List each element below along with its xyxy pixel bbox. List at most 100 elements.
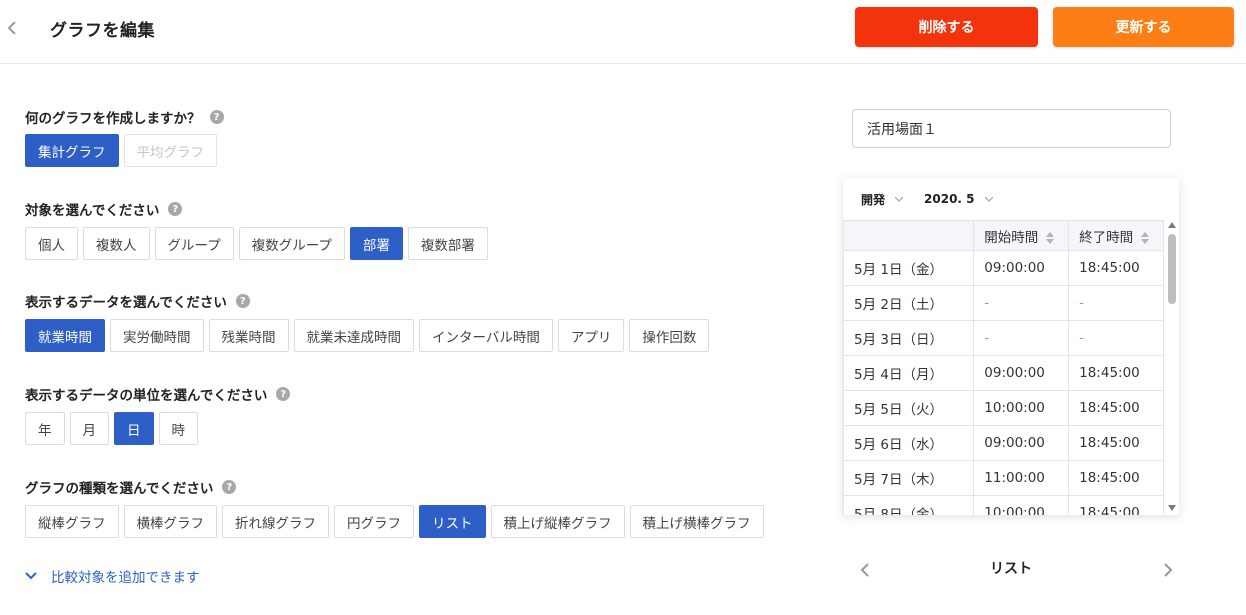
carousel-prev-button[interactable]	[855, 558, 875, 582]
option-interval-hours[interactable]: インターバル時間	[419, 319, 553, 352]
add-compare-link[interactable]: 比較対象を追加できます	[25, 566, 200, 586]
table-cell: -	[973, 285, 1070, 321]
option-group[interactable]: グループ	[154, 227, 234, 260]
scroll-down-arrow-icon[interactable]	[1168, 505, 1176, 511]
section-label-graph-purpose: 何のグラフを作成しますか？ ?	[25, 107, 224, 127]
option-horizontal-bar[interactable]: 横棒グラフ	[123, 505, 217, 538]
back-button[interactable]	[2, 14, 22, 42]
table-scrollbar[interactable]	[1166, 220, 1179, 515]
chevron-left-icon	[7, 21, 16, 35]
option-stacked-horizontal-bar[interactable]: 積上げ横棒グラフ	[629, 505, 764, 538]
table-row: 5月 3日（日） - -	[843, 320, 1164, 356]
table-row: 5月 7日（木） 11:00:00 18:45:00	[843, 460, 1164, 496]
preview-table-wrap: 開始時間 終了時間 5月 1日（金） 09:00:00 18:45:00 5月 2日（…	[843, 220, 1164, 515]
table-cell: 5月 1日（金）	[843, 250, 975, 286]
option-list[interactable]: リスト	[419, 505, 486, 538]
preview-card: 開発 2020. 5 開始時間 終了時間 5月 1日（金） 09:00:00 18:…	[843, 178, 1179, 515]
scroll-up-arrow-icon[interactable]	[1168, 222, 1176, 228]
table-cell: 18:45:00	[1068, 390, 1164, 426]
option-average-graph[interactable]: 平均グラフ	[123, 134, 217, 167]
option-unachieved-hours[interactable]: 就業未達成時間	[293, 319, 414, 352]
month-select[interactable]: 2020. 5	[924, 192, 993, 206]
graph-type-options: 縦棒グラフ 横棒グラフ 折れ線グラフ 円グラフ リスト 積上げ縦棒グラフ 積上げ…	[25, 505, 769, 538]
preview-table: 開始時間 終了時間 5月 1日（金） 09:00:00 18:45:00 5月 2日（…	[843, 220, 1164, 515]
table-cell: 10:00:00	[973, 390, 1070, 426]
table-row: 5月 5日（火） 10:00:00 18:45:00	[843, 390, 1164, 426]
page-title: グラフを編集	[50, 21, 155, 41]
chevron-down-icon	[25, 572, 37, 580]
help-icon[interactable]: ?	[235, 294, 250, 308]
table-cell: 10:00:00	[973, 495, 1070, 515]
option-individual[interactable]: 個人	[25, 227, 78, 260]
department-select[interactable]: 開発	[861, 191, 904, 208]
graph-name-input[interactable]	[852, 109, 1171, 148]
chevron-left-icon	[860, 563, 869, 577]
column-header-end[interactable]: 終了時間	[1068, 220, 1164, 251]
option-month[interactable]: 月	[69, 412, 109, 445]
help-icon[interactable]: ?	[276, 387, 291, 401]
section-label-target: 対象を選んでください ?	[25, 199, 183, 219]
column-header-label: 終了時間	[1079, 229, 1134, 246]
column-header-start[interactable]: 開始時間	[973, 220, 1070, 251]
section-label-text: グラフの種類を選んでください	[25, 481, 214, 497]
option-multiple-departments[interactable]: 複数部署	[407, 227, 488, 260]
option-multiple-people[interactable]: 複数人	[83, 227, 150, 260]
option-vertical-bar[interactable]: 縦棒グラフ	[25, 505, 119, 538]
update-button[interactable]: 更新する	[1053, 7, 1234, 47]
month-select-value: 2020. 5	[924, 192, 975, 206]
option-pie[interactable]: 円グラフ	[334, 505, 414, 538]
section-label-text: 表示するデータの単位を選んでください	[25, 388, 268, 404]
data-options: 就業時間 実労働時間 残業時間 就業未達成時間 インターバル時間 アプリ 操作回…	[25, 319, 714, 352]
option-hour[interactable]: 時	[158, 412, 198, 445]
chevron-down-icon	[894, 196, 904, 202]
table-row: 5月 1日（金） 09:00:00 18:45:00	[843, 250, 1164, 286]
section-label-graph-type: グラフの種類を選んでください ?	[25, 477, 237, 497]
help-icon[interactable]: ?	[222, 480, 237, 494]
section-label-text: 対象を選んでください	[25, 203, 160, 219]
table-cell: -	[1068, 285, 1164, 321]
option-actual-working-hours[interactable]: 実労働時間	[110, 319, 204, 352]
option-year[interactable]: 年	[25, 412, 65, 445]
option-multiple-groups[interactable]: 複数グループ	[238, 227, 345, 260]
table-cell: 18:45:00	[1068, 495, 1164, 515]
table-cell: 5月 5日（火）	[843, 390, 975, 426]
table-cell: 11:00:00	[973, 460, 1070, 496]
option-aggregate-graph[interactable]: 集計グラフ	[25, 134, 119, 167]
table-cell: 5月 4日（月）	[843, 355, 975, 391]
scroll-thumb[interactable]	[1168, 234, 1176, 304]
section-label-text: 表示するデータを選んでください	[25, 295, 227, 311]
option-line[interactable]: 折れ線グラフ	[222, 505, 329, 538]
option-working-hours[interactable]: 就業時間	[25, 319, 105, 352]
table-cell: 09:00:00	[973, 355, 1070, 391]
header: グラフを編集 削除する 更新する	[0, 0, 1246, 64]
delete-button[interactable]: 削除する	[855, 7, 1038, 47]
table-row: 5月 4日（月） 09:00:00 18:45:00	[843, 355, 1164, 391]
table-cell: 18:45:00	[1068, 425, 1164, 461]
table-cell: 18:45:00	[1068, 460, 1164, 496]
option-operation-count[interactable]: 操作回数	[629, 319, 710, 352]
table-cell: 5月 8日（金）	[843, 495, 975, 515]
option-department[interactable]: 部署	[349, 227, 403, 260]
option-stacked-vertical-bar[interactable]: 積上げ縦棒グラフ	[490, 505, 625, 538]
section-label-text: 何のグラフを作成しますか？	[25, 111, 201, 127]
carousel-next-button[interactable]	[1158, 558, 1178, 582]
help-icon[interactable]: ?	[209, 110, 224, 124]
section-label-data: 表示するデータを選んでください ?	[25, 291, 250, 311]
table-row: 5月 2日（土） - -	[843, 285, 1164, 321]
help-icon[interactable]: ?	[168, 202, 183, 216]
department-select-value: 開発	[861, 192, 886, 207]
chevron-down-icon	[984, 196, 994, 202]
table-header-row: 開始時間 終了時間	[843, 220, 1164, 251]
table-cell: 18:45:00	[1068, 250, 1164, 286]
carousel-label: リスト	[990, 561, 1032, 577]
option-app[interactable]: アプリ	[557, 319, 625, 352]
section-label-unit: 表示するデータの単位を選んでください ?	[25, 384, 291, 404]
table-body: 5月 1日（金） 09:00:00 18:45:00 5月 2日（土） - -5月 3日（…	[843, 250, 1164, 515]
chevron-right-icon	[1164, 563, 1173, 577]
option-overtime-hours[interactable]: 残業時間	[208, 319, 289, 352]
table-cell: 5月 6日（水）	[843, 425, 975, 461]
table-cell: -	[1068, 320, 1164, 356]
option-day[interactable]: 日	[114, 412, 154, 445]
table-cell: 5月 2日（土）	[843, 285, 975, 321]
sort-icon	[1141, 231, 1150, 244]
